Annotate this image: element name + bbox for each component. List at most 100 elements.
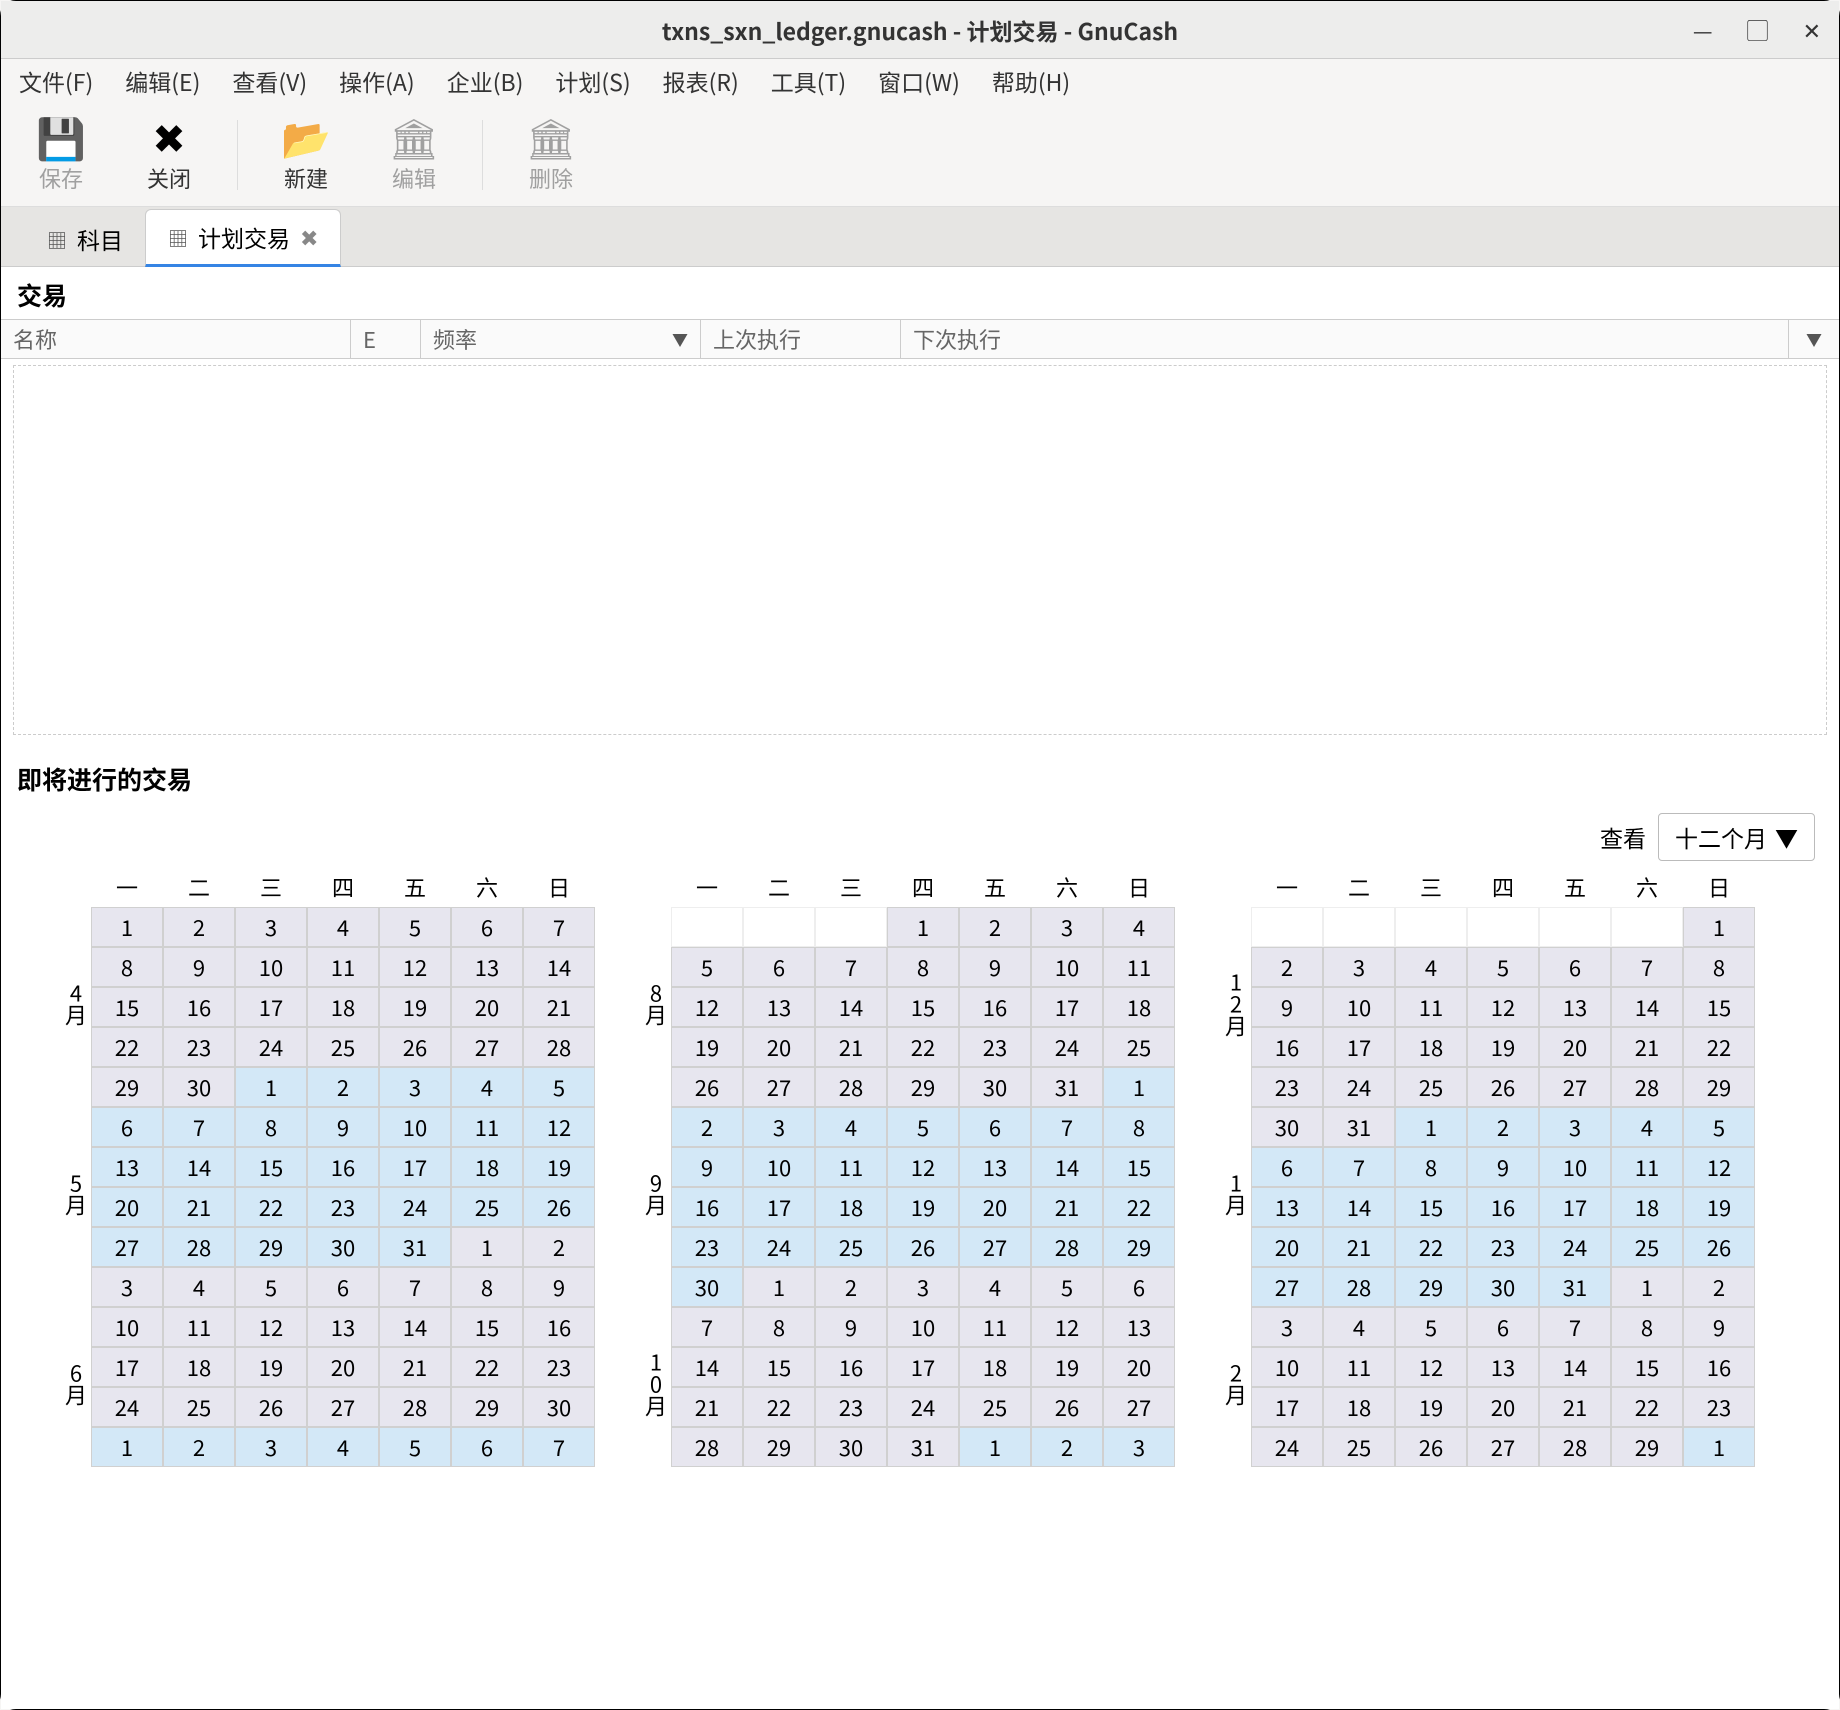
calendar-day-cell[interactable]: 1: [91, 907, 163, 947]
calendar-day-cell[interactable]: 14: [1323, 1187, 1395, 1227]
calendar-day-cell[interactable]: 7: [163, 1107, 235, 1147]
calendar-day-cell[interactable]: 9: [1251, 987, 1323, 1027]
calendar-day-cell[interactable]: 10: [1251, 1347, 1323, 1387]
calendar-day-cell[interactable]: 4: [307, 1427, 379, 1467]
calendar-day-cell[interactable]: 27: [743, 1067, 815, 1107]
calendar-day-cell[interactable]: 26: [1395, 1427, 1467, 1467]
calendar-day-cell[interactable]: 1: [451, 1227, 523, 1267]
calendar-day-cell[interactable]: 25: [1103, 1027, 1175, 1067]
calendar-day-cell[interactable]: 22: [887, 1027, 959, 1067]
calendar-day-cell[interactable]: 7: [523, 1427, 595, 1467]
calendar-day-cell[interactable]: 22: [1395, 1227, 1467, 1267]
calendar-day-cell[interactable]: 28: [671, 1427, 743, 1467]
calendar-day-cell[interactable]: 12: [379, 947, 451, 987]
calendar-day-cell[interactable]: 28: [1611, 1067, 1683, 1107]
calendar-day-cell[interactable]: 13: [451, 947, 523, 987]
calendar-day-cell[interactable]: 16: [1467, 1187, 1539, 1227]
menu-actions[interactable]: 操作(A): [333, 62, 421, 100]
calendar-day-cell[interactable]: 13: [307, 1307, 379, 1347]
calendar-day-cell[interactable]: 1: [743, 1267, 815, 1307]
calendar-day-cell[interactable]: 11: [1103, 947, 1175, 987]
calendar-day-cell[interactable]: 20: [1251, 1227, 1323, 1267]
calendar-day-cell[interactable]: 14: [163, 1147, 235, 1187]
calendar-day-cell[interactable]: 3: [1251, 1307, 1323, 1347]
calendar-day-cell[interactable]: 5: [887, 1107, 959, 1147]
calendar-day-cell[interactable]: 24: [1323, 1067, 1395, 1107]
calendar-day-cell[interactable]: 8: [1611, 1307, 1683, 1347]
maximize-icon[interactable]: ▢: [1747, 14, 1769, 46]
calendar-day-cell[interactable]: 11: [1323, 1347, 1395, 1387]
calendar-day-cell[interactable]: 30: [815, 1427, 887, 1467]
calendar-day-cell[interactable]: 26: [887, 1227, 959, 1267]
calendar-day-cell[interactable]: 18: [163, 1347, 235, 1387]
calendar-day-cell[interactable]: 16: [671, 1187, 743, 1227]
calendar-day-cell[interactable]: 5: [1683, 1107, 1755, 1147]
calendar-day-cell[interactable]: 28: [163, 1227, 235, 1267]
calendar-day-cell[interactable]: 25: [163, 1387, 235, 1427]
calendar-day-cell[interactable]: 24: [1031, 1027, 1103, 1067]
calendar-day-cell[interactable]: 8: [235, 1107, 307, 1147]
minimize-icon[interactable]: —: [1693, 14, 1713, 46]
calendar-day-cell[interactable]: 22: [743, 1387, 815, 1427]
calendar-day-cell[interactable]: 10: [1323, 987, 1395, 1027]
calendar-day-cell[interactable]: 11: [1395, 987, 1467, 1027]
calendar-day-cell[interactable]: 6: [1539, 947, 1611, 987]
calendar-day-cell[interactable]: 15: [887, 987, 959, 1027]
calendar-day-cell[interactable]: 3: [743, 1107, 815, 1147]
calendar-day-cell[interactable]: 28: [523, 1027, 595, 1067]
calendar-day-cell[interactable]: 18: [959, 1347, 1031, 1387]
calendar-day-cell[interactable]: 29: [451, 1387, 523, 1427]
calendar-day-cell[interactable]: 5: [1031, 1267, 1103, 1307]
calendar-day-cell[interactable]: 10: [887, 1307, 959, 1347]
calendar-day-cell[interactable]: 31: [379, 1227, 451, 1267]
menu-help[interactable]: 帮助(H): [986, 62, 1076, 100]
calendar-day-cell[interactable]: 24: [235, 1027, 307, 1067]
calendar-day-cell[interactable]: 30: [1467, 1267, 1539, 1307]
calendar-day-cell[interactable]: 2: [523, 1227, 595, 1267]
calendar-day-cell[interactable]: 30: [307, 1227, 379, 1267]
calendar-day-cell[interactable]: 18: [1323, 1387, 1395, 1427]
calendar-day-cell[interactable]: 27: [959, 1227, 1031, 1267]
calendar-day-cell[interactable]: 3: [887, 1267, 959, 1307]
calendar-day-cell[interactable]: 8: [743, 1307, 815, 1347]
calendar-day-cell[interactable]: 22: [1683, 1027, 1755, 1067]
calendar-day-cell[interactable]: 1: [1103, 1067, 1175, 1107]
calendar-day-cell[interactable]: 13: [1251, 1187, 1323, 1227]
calendar-day-cell[interactable]: 1: [887, 907, 959, 947]
calendar-day-cell[interactable]: 21: [1031, 1187, 1103, 1227]
calendar-day-cell[interactable]: 16: [959, 987, 1031, 1027]
calendar-day-cell[interactable]: 7: [815, 947, 887, 987]
menu-view[interactable]: 查看(V): [226, 62, 313, 100]
calendar-day-cell[interactable]: 5: [379, 1427, 451, 1467]
calendar-day-cell[interactable]: 23: [1683, 1387, 1755, 1427]
calendar-day-cell[interactable]: 25: [959, 1387, 1031, 1427]
calendar-day-cell[interactable]: 29: [1611, 1427, 1683, 1467]
calendar-day-cell[interactable]: 4: [815, 1107, 887, 1147]
calendar-day-cell[interactable]: 21: [523, 987, 595, 1027]
calendar-day-cell[interactable]: 1: [1683, 907, 1755, 947]
calendar-day-cell[interactable]: 4: [451, 1067, 523, 1107]
calendar-day-cell[interactable]: 9: [671, 1147, 743, 1187]
tab-close-icon[interactable]: ✖: [300, 221, 318, 253]
calendar-day-cell[interactable]: 29: [1103, 1227, 1175, 1267]
calendar-day-cell[interactable]: 10: [379, 1107, 451, 1147]
calendar-day-cell[interactable]: 6: [1251, 1147, 1323, 1187]
calendar-day-cell[interactable]: 9: [307, 1107, 379, 1147]
calendar-day-cell[interactable]: 20: [307, 1347, 379, 1387]
calendar-day-cell[interactable]: 6: [91, 1107, 163, 1147]
calendar-day-cell[interactable]: 26: [671, 1067, 743, 1107]
calendar-day-cell[interactable]: 6: [959, 1107, 1031, 1147]
calendar-day-cell[interactable]: 19: [1467, 1027, 1539, 1067]
menu-windows[interactable]: 窗口(W): [872, 62, 966, 100]
calendar-day-cell[interactable]: 15: [91, 987, 163, 1027]
calendar-day-cell[interactable]: 19: [1683, 1187, 1755, 1227]
calendar-day-cell[interactable]: 18: [1611, 1187, 1683, 1227]
close-icon[interactable]: ✕: [1803, 14, 1821, 46]
calendar-day-cell[interactable]: 25: [451, 1187, 523, 1227]
calendar-day-cell[interactable]: 7: [1323, 1147, 1395, 1187]
calendar-day-cell[interactable]: 14: [1611, 987, 1683, 1027]
calendar-day-cell[interactable]: 19: [671, 1027, 743, 1067]
calendar-day-cell[interactable]: 16: [1683, 1347, 1755, 1387]
calendar-day-cell[interactable]: 30: [671, 1267, 743, 1307]
calendar-day-cell[interactable]: 5: [1467, 947, 1539, 987]
